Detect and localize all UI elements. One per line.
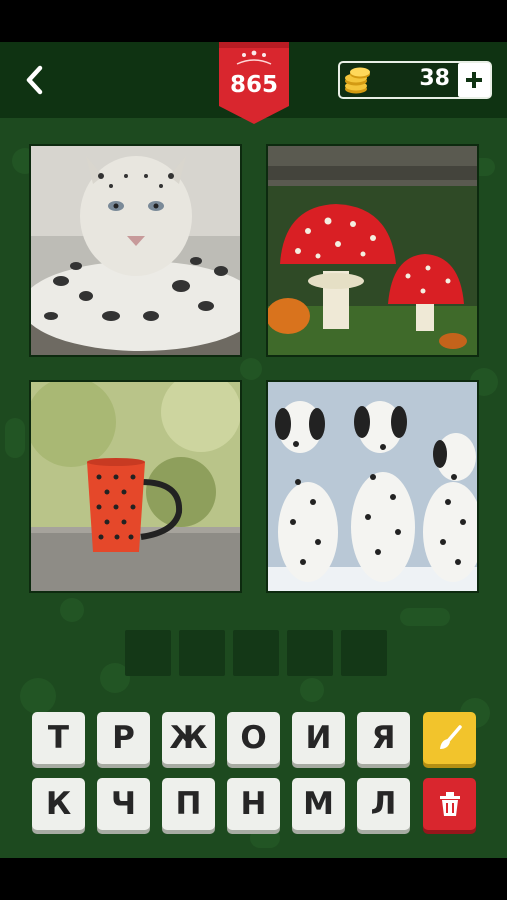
trash-icon [440, 792, 460, 816]
letter-key[interactable]: Н [227, 778, 280, 830]
coin-counter: 38 [338, 61, 492, 99]
letter-key[interactable]: Ч [97, 778, 150, 830]
letter-key[interactable]: М [292, 778, 345, 830]
coin-count: 38 [419, 66, 450, 91]
back-button[interactable] [20, 62, 50, 98]
answer-slot[interactable] [125, 630, 171, 676]
answer-slot[interactable] [233, 630, 279, 676]
letter-key[interactable]: О [227, 712, 280, 764]
level-badge: 865 [219, 42, 289, 124]
letter-key[interactable]: И [292, 712, 345, 764]
level-number: 865 [229, 72, 278, 98]
letter-key[interactable]: К [32, 778, 85, 830]
status-bar-area [0, 0, 507, 42]
letter-key[interactable]: Т [32, 712, 85, 764]
letter-key[interactable]: Ж [162, 712, 215, 764]
chevron-left-icon [26, 65, 43, 95]
delete-letters-button[interactable] [423, 778, 476, 830]
answer-slots [125, 630, 387, 676]
letter-key[interactable]: Я [357, 712, 410, 764]
picture-3[interactable] [29, 380, 242, 593]
paintbrush-icon [440, 725, 462, 749]
picture-4[interactable] [266, 380, 479, 593]
letter-key[interactable]: Л [357, 778, 410, 830]
answer-slot[interactable] [287, 630, 333, 676]
add-coins-button[interactable] [458, 63, 490, 97]
navigation-bar-area [0, 858, 507, 900]
picture-2[interactable] [266, 144, 479, 357]
answer-slot[interactable] [341, 630, 387, 676]
hint-button[interactable] [423, 712, 476, 764]
coin-stack-icon [345, 67, 370, 94]
letter-key[interactable]: Р [97, 712, 150, 764]
letter-key[interactable]: П [162, 778, 215, 830]
picture-1[interactable] [29, 144, 242, 357]
answer-slot[interactable] [179, 630, 225, 676]
